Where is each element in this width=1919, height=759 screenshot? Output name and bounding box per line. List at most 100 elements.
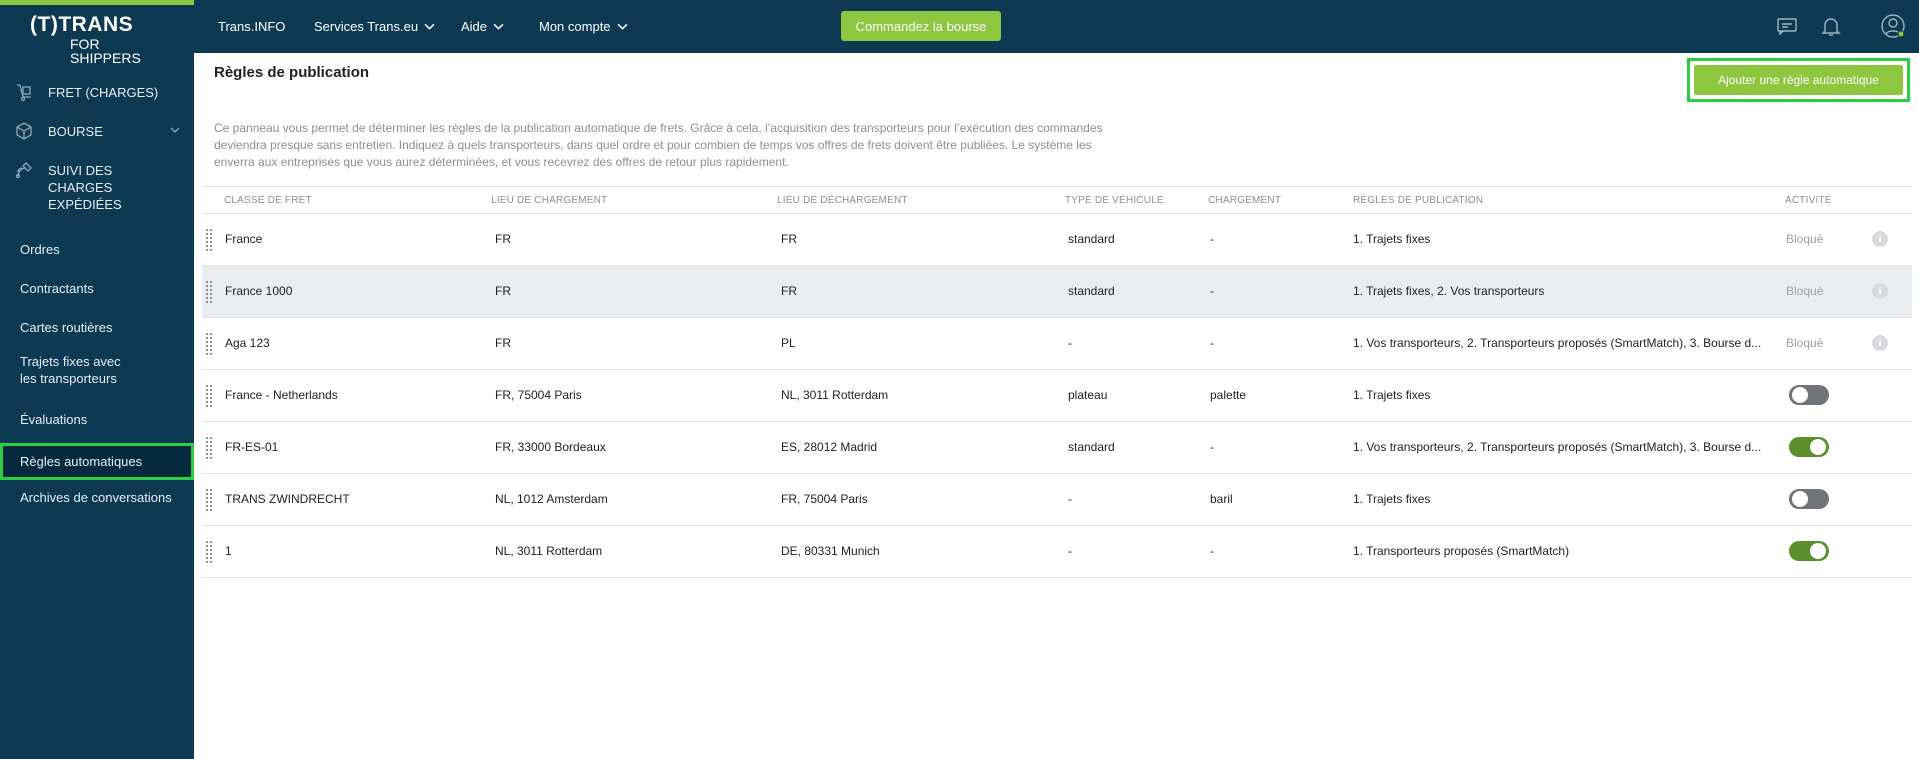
brand-line1: (T)TRANS bbox=[30, 13, 134, 36]
nav-mon-compte[interactable]: Mon compte bbox=[539, 0, 628, 53]
sidebar-item-trajets[interactable]: Trajets fixes avec les transporteurs bbox=[0, 350, 160, 390]
activity-toggle[interactable] bbox=[1789, 385, 1829, 405]
add-automatic-rule-button[interactable]: Ajouter une règle automatique bbox=[1694, 65, 1903, 95]
sidebar-item-regles[interactable]: Règles automatiques bbox=[0, 443, 194, 480]
table-row[interactable]: Aga 123 FR PL - - 1. Vos transporteurs, … bbox=[202, 318, 1912, 370]
sidebar-item-label: Règles automatiques bbox=[20, 454, 143, 469]
sidebar-accent-bar bbox=[0, 0, 194, 5]
cell-classe: France - Netherlands bbox=[225, 388, 338, 402]
sidebar-item-fret[interactable]: FRET (CHARGES) bbox=[0, 76, 194, 115]
add-rule-highlight: Ajouter une règle automatique bbox=[1687, 58, 1910, 102]
nav-aide[interactable]: Aide bbox=[461, 0, 504, 53]
tracking-icon bbox=[15, 162, 32, 179]
cell-regles: 1. Transporteurs proposés (SmartMatch) bbox=[1353, 544, 1570, 558]
cell-chargement: - bbox=[1210, 544, 1214, 558]
cell-type-vehicule: standard bbox=[1068, 232, 1115, 246]
drag-handle-icon[interactable] bbox=[206, 229, 214, 251]
info-icon[interactable]: i bbox=[1872, 283, 1888, 299]
sidebar-item-label: SUIVI DES CHARGES EXPÉDIÉES bbox=[48, 163, 122, 212]
chat-icon[interactable] bbox=[1775, 14, 1799, 38]
top-bar: Trans.INFO Services Trans.eu Aide Mon co… bbox=[194, 0, 1919, 53]
sidebar-item-label: Ordres bbox=[20, 242, 60, 257]
drag-handle-icon[interactable] bbox=[206, 437, 214, 459]
table-row[interactable]: France 1000 FR FR standard - 1. Trajets … bbox=[202, 266, 1912, 318]
drag-handle-icon[interactable] bbox=[206, 385, 214, 407]
cell-lieu-chargement: NL, 1012 Amsterdam bbox=[495, 492, 608, 506]
cell-chargement: - bbox=[1210, 440, 1214, 454]
sidebar-item-suivi[interactable]: SUIVI DES CHARGES EXPÉDIÉES bbox=[0, 154, 194, 212]
info-icon[interactable]: i bbox=[1872, 231, 1888, 247]
brand-logo[interactable]: (T)TRANS FOR SHIPPERS bbox=[30, 13, 170, 66]
status-blocked: Bloqué bbox=[1786, 284, 1824, 298]
cell-lieu-chargement: FR bbox=[495, 284, 511, 298]
cell-chargement: - bbox=[1210, 336, 1214, 350]
status-blocked: Bloqué bbox=[1786, 232, 1824, 246]
sidebar-item-label: FRET (CHARGES) bbox=[48, 85, 159, 100]
bell-icon[interactable] bbox=[1819, 14, 1843, 38]
sidebar-item-ordres[interactable]: Ordres bbox=[0, 230, 80, 269]
sidebar-item-label: BOURSE bbox=[48, 124, 103, 139]
header-activite: ACTIVITÉ bbox=[1785, 195, 1832, 206]
chevron-down-icon bbox=[493, 23, 504, 30]
sidebar: (T)TRANS FOR SHIPPERS FRET (CHARGES) BOU… bbox=[0, 0, 194, 759]
header-lieu-chargement: LIEU DE CHARGEMENT bbox=[491, 195, 608, 206]
cell-classe: FR-ES-01 bbox=[225, 440, 279, 454]
cell-lieu-dechargement: FR, 75004 Paris bbox=[781, 492, 868, 506]
commandez-bourse-button[interactable]: Commandez la bourse bbox=[841, 11, 1001, 41]
nav-services[interactable]: Services Trans.eu bbox=[314, 0, 435, 53]
user-avatar-icon[interactable] bbox=[1880, 13, 1906, 39]
nav-trans-info[interactable]: Trans.INFO bbox=[218, 0, 285, 53]
cargo-icon bbox=[17, 84, 31, 102]
sidebar-item-bourse[interactable]: BOURSE bbox=[0, 115, 194, 154]
activity-toggle[interactable] bbox=[1789, 489, 1829, 509]
sidebar-item-label: Archives de conversations bbox=[20, 490, 172, 505]
table-row[interactable]: TRANS ZWINDRECHT NL, 1012 Amsterdam FR, … bbox=[202, 474, 1912, 526]
cell-lieu-chargement: FR, 75004 Paris bbox=[495, 388, 582, 402]
toggle-knob bbox=[1810, 543, 1826, 559]
cell-classe: TRANS ZWINDRECHT bbox=[225, 492, 350, 506]
chevron-down-icon bbox=[617, 23, 627, 30]
table-row[interactable]: 1 NL, 3011 Rotterdam DE, 80331 Munich - … bbox=[202, 526, 1912, 578]
sidebar-item-label: Trajets fixes avec les transporteurs bbox=[20, 354, 121, 386]
nav-label: Aide bbox=[461, 19, 488, 34]
cell-chargement: palette bbox=[1210, 388, 1247, 402]
header-type-vehicule: TYPE DE VÉHICULE bbox=[1065, 195, 1164, 206]
cell-type-vehicule: plateau bbox=[1068, 388, 1108, 402]
sidebar-item-cartes[interactable]: Cartes routières bbox=[0, 308, 132, 347]
main-content: Règles de publication Ajouter une règle … bbox=[194, 53, 1919, 759]
sidebar-item-contractants[interactable]: Contractants bbox=[0, 269, 114, 308]
toggle-knob bbox=[1792, 491, 1808, 507]
rules-table: CLASSE DE FRET LIEU DE CHARGEMENT LIEU D… bbox=[202, 186, 1912, 578]
drag-handle-icon[interactable] bbox=[206, 489, 214, 511]
toggle-knob bbox=[1792, 387, 1808, 403]
activity-toggle[interactable] bbox=[1789, 437, 1829, 457]
cell-lieu-chargement: FR bbox=[495, 232, 511, 246]
brand-line2: FOR SHIPPERS bbox=[70, 36, 141, 66]
table-row[interactable]: FR-ES-01 FR, 33000 Bordeaux ES, 28012 Ma… bbox=[202, 422, 1912, 474]
page-title: Règles de publication bbox=[214, 64, 370, 81]
cell-type-vehicule: - bbox=[1068, 336, 1072, 350]
header-lieu-dechargement: LIEU DE DÉCHARGEMENT bbox=[777, 195, 908, 206]
drag-handle-icon[interactable] bbox=[206, 281, 214, 303]
cell-regles: 1. Trajets fixes bbox=[1353, 388, 1431, 402]
table-row[interactable]: France - Netherlands FR, 75004 Paris NL,… bbox=[202, 370, 1912, 422]
cell-regles: 1. Trajets fixes, 2. Vos transporteurs bbox=[1353, 284, 1545, 298]
chevron-down-icon bbox=[170, 127, 180, 133]
cell-type-vehicule: standard bbox=[1068, 284, 1115, 298]
cell-lieu-dechargement: PL bbox=[781, 336, 796, 350]
activity-toggle[interactable] bbox=[1789, 541, 1829, 561]
drag-handle-icon[interactable] bbox=[206, 541, 214, 563]
cell-regles: 1. Trajets fixes bbox=[1353, 232, 1431, 246]
chevron-down-icon bbox=[424, 23, 435, 30]
nav-label: Services Trans.eu bbox=[314, 19, 419, 34]
cell-classe: Aga 123 bbox=[225, 336, 270, 350]
table-row[interactable]: France FR FR standard - 1. Trajets fixes… bbox=[202, 214, 1912, 266]
sidebar-item-evaluations[interactable]: Évaluations bbox=[0, 400, 107, 439]
drag-handle-icon[interactable] bbox=[206, 333, 214, 355]
cell-type-vehicule: - bbox=[1068, 492, 1072, 506]
sidebar-item-archives[interactable]: Archives de conversations bbox=[0, 478, 192, 517]
cell-lieu-chargement: FR, 33000 Bordeaux bbox=[495, 440, 606, 454]
sidebar-item-label: Contractants bbox=[20, 281, 94, 296]
cell-lieu-dechargement: FR bbox=[781, 232, 797, 246]
info-icon[interactable]: i bbox=[1872, 335, 1888, 351]
